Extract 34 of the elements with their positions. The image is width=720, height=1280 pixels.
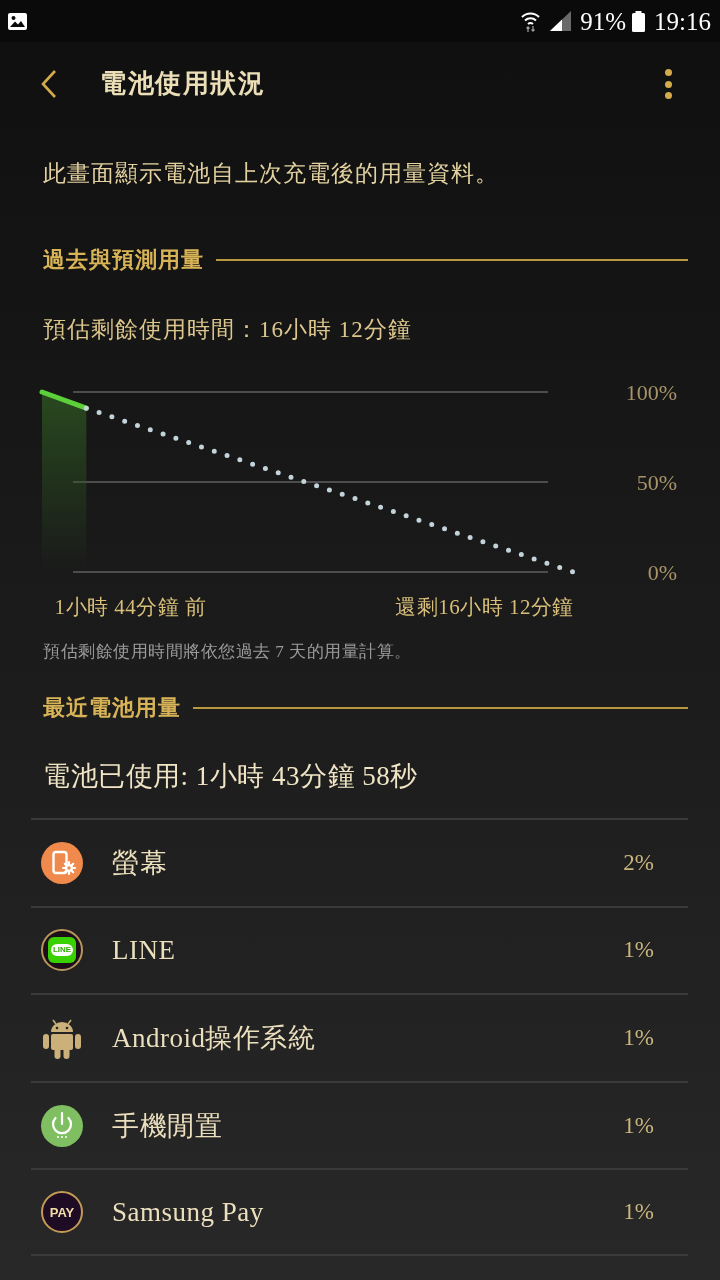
description-text: 此畫面顯示電池自上次充電後的用量資料。 (42, 160, 500, 188)
x-axis-label: 1小時 44分鐘 前 (54, 594, 207, 621)
battery-used-text: 電池已使用: 1小時 43分鐘 58秒 (42, 760, 419, 793)
pay-logo-icon: PAY (41, 1191, 83, 1234)
app-name: LINE (112, 934, 176, 968)
usage-percent: 1% (623, 1024, 654, 1052)
screen-title: 電池使用狀況 (100, 68, 265, 100)
y-axis-label: 0% (647, 560, 677, 580)
usage-percent: 1% (623, 936, 654, 965)
usage-percent: 1% (623, 1198, 654, 1227)
y-axis-label: 50% (636, 470, 677, 495)
app-name: 螢幕 (112, 846, 167, 880)
y-axis-label: 100% (625, 380, 677, 405)
chat-app-icon: LINE (41, 929, 83, 972)
battery-percent: 91% (580, 8, 627, 34)
estimated-time-text: 預估剩餘使用時間：16小時 12分鐘 (42, 316, 413, 344)
app-name: Android操作系統 (112, 1022, 316, 1055)
clock: 19:16 (654, 8, 711, 34)
past-usage-line (39, 389, 89, 411)
section-header: 過去與預測用量 (43, 246, 204, 274)
power-icon (41, 1104, 83, 1147)
section-header: 最近電池用量 (43, 694, 181, 722)
estimate-note: 預估剩餘使用時間將依您過去 7 天的用量計算。 (42, 641, 413, 663)
usage-percent: 1% (623, 1111, 654, 1140)
app-name: Samsung Pay (112, 1196, 264, 1230)
signal-icon (550, 11, 572, 31)
battery-icon (632, 10, 646, 32)
app-name: 手機閒置 (112, 1109, 222, 1143)
android-robot-icon (43, 1017, 81, 1059)
wifi-icon (521, 10, 541, 32)
usage-percent: 2% (623, 848, 654, 877)
x-axis-label: 還剩16小時 12分鐘 (395, 594, 574, 621)
image-icon (8, 12, 27, 30)
phone-settings-icon (41, 841, 83, 884)
